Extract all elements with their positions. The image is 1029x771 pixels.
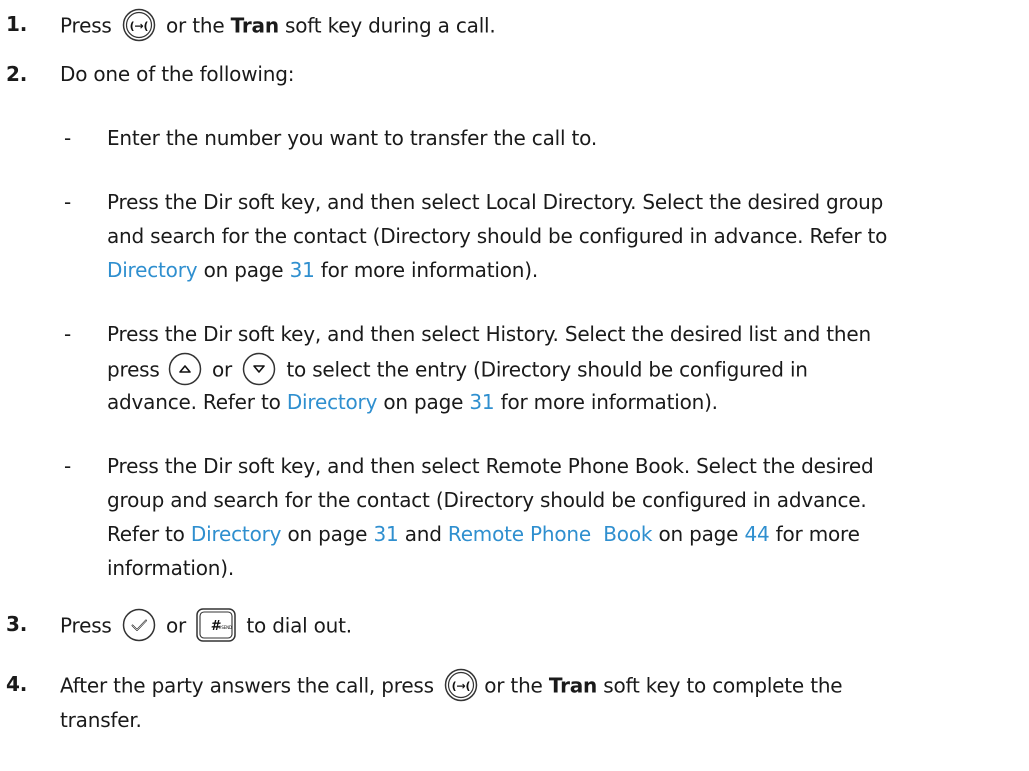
option-text: on page bbox=[383, 390, 464, 414]
transfer-key-icon: (→( bbox=[444, 668, 478, 702]
option-text: Refer to bbox=[107, 522, 185, 546]
option-text: press bbox=[107, 357, 160, 382]
transfer-key-icon: (→( bbox=[122, 8, 156, 42]
option-text: for more bbox=[775, 522, 860, 546]
step-text: to dial out. bbox=[246, 613, 352, 638]
step-text: soft key to complete the bbox=[603, 673, 843, 698]
bullet-dash: - bbox=[64, 190, 72, 214]
step-text: soft key during a call. bbox=[285, 13, 496, 38]
bullet-dash: - bbox=[64, 454, 72, 478]
tran-soft-key-label: Tran bbox=[548, 673, 598, 698]
option-text: and search for the contact (Directory sh… bbox=[107, 224, 888, 248]
bullet-dash: - bbox=[64, 126, 72, 150]
step-text: or bbox=[165, 613, 187, 638]
step-number: 1. bbox=[6, 12, 28, 36]
step-text: or the bbox=[165, 13, 225, 38]
directory-link[interactable]: Directory bbox=[191, 522, 282, 546]
option-text: to select the entry (Directory should be… bbox=[286, 357, 808, 382]
option-text: information). bbox=[107, 556, 234, 580]
option-text: or bbox=[211, 357, 233, 382]
option-text: Press the Dir soft key, and then select … bbox=[107, 190, 884, 214]
page-link[interactable]: 31 bbox=[290, 258, 315, 282]
up-arrow-key-icon bbox=[168, 352, 202, 386]
step-text: transfer. bbox=[60, 708, 142, 732]
option-text: on page bbox=[658, 522, 739, 546]
step-text: Do one of the following: bbox=[60, 62, 295, 86]
svg-text:(→(: (→( bbox=[129, 20, 148, 33]
tran-soft-key-label: Tran bbox=[230, 13, 279, 38]
option-text: Press the Dir soft key, and then select … bbox=[107, 454, 874, 478]
bullet-dash: - bbox=[64, 322, 72, 346]
step-number: 4. bbox=[6, 672, 28, 696]
ok-checkmark-key-icon bbox=[122, 608, 156, 642]
option-text: group and search for the contact (Direct… bbox=[107, 488, 867, 512]
option-text: on page bbox=[203, 258, 284, 282]
svg-text:(→(: (→( bbox=[452, 680, 471, 693]
option-text: on page bbox=[287, 522, 368, 546]
directory-link[interactable]: Directory bbox=[287, 390, 378, 414]
step-number: 3. bbox=[6, 612, 28, 636]
option-text: advance. Refer to bbox=[107, 390, 281, 414]
step-number: 2. bbox=[6, 62, 28, 86]
step-text: After the party answers the call, press bbox=[60, 673, 434, 698]
page-link[interactable]: 44 bbox=[744, 522, 769, 546]
down-arrow-key-icon bbox=[242, 352, 276, 386]
option-text: Press the Dir soft key, and then select … bbox=[107, 322, 871, 346]
step-text: Press bbox=[60, 13, 112, 38]
option-text: Enter the number you want to transfer th… bbox=[107, 126, 597, 150]
option-text: for more information). bbox=[320, 258, 539, 282]
option-text: for more information). bbox=[500, 390, 718, 414]
remote-phone-book-link[interactable]: Remote Phone Book bbox=[448, 522, 653, 546]
option-text: and bbox=[404, 522, 442, 546]
page-link[interactable]: 31 bbox=[469, 390, 494, 414]
svg-text:#SEND: #SEND bbox=[218, 625, 232, 630]
directory-link[interactable]: Directory bbox=[107, 258, 198, 282]
page-link[interactable]: 31 bbox=[373, 522, 398, 546]
hash-send-key-icon: # #SEND bbox=[196, 608, 236, 642]
step-text: Press bbox=[60, 613, 112, 638]
step-text: or the bbox=[484, 673, 543, 698]
